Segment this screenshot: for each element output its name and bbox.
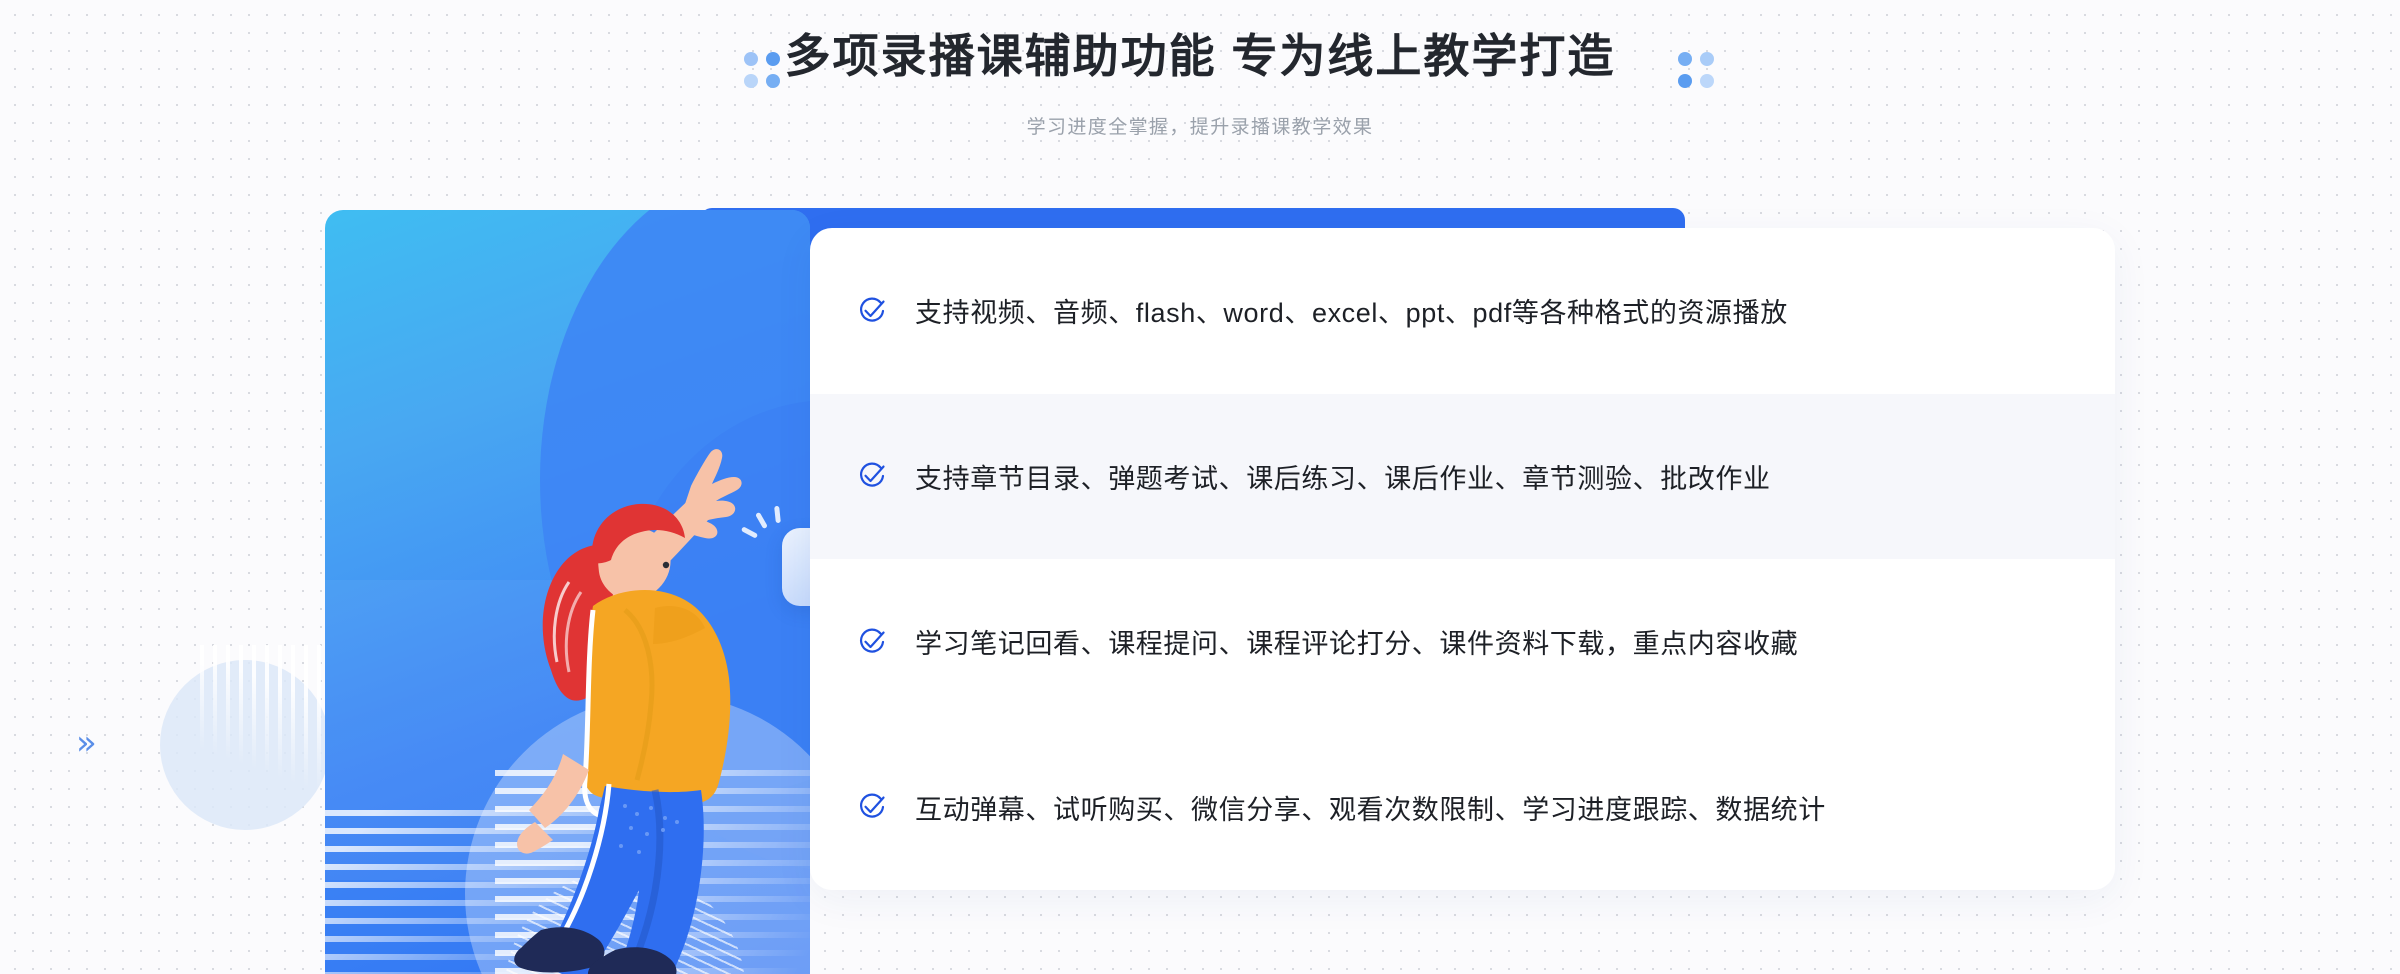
- page-title: 多项录播课辅助功能 专为线上教学打造: [784, 30, 1616, 82]
- check-circle-icon: [855, 459, 889, 493]
- chevron-right-icon: »: [76, 723, 97, 763]
- feature-row[interactable]: 学习笔记回看、课程提问、课程评论打分、课件资料下载，重点内容收藏: [810, 559, 2115, 725]
- feature-row[interactable]: 互动弹幕、试听购买、微信分享、观看次数限制、学习进度跟踪、数据统计: [810, 725, 2115, 891]
- feature-list-card: 支持视频、音频、flash、word、excel、ppt、pdf等各种格式的资源…: [810, 228, 2115, 890]
- page-subtitle: 学习进度全掌握，提升录播课教学效果: [1026, 117, 1374, 138]
- feature-text: 支持视频、音频、flash、word、excel、ppt、pdf等各种格式的资源…: [915, 298, 1788, 329]
- page-header: 多项录播课辅助功能 专为线上教学打造 学习进度全掌握，提升录播课教学效果: [0, 0, 2400, 165]
- person-illustration: [514, 449, 742, 974]
- feature-text: 支持章节目录、弹题考试、课后练习、课后作业、章节测验、批改作业: [915, 463, 1771, 494]
- feature-text: 学习笔记回看、课程提问、课程评论打分、课件资料下载，重点内容收藏: [915, 629, 1799, 660]
- decorative-hatch-pattern: [200, 645, 335, 790]
- feature-row[interactable]: 支持视频、音频、flash、word、excel、ppt、pdf等各种格式的资源…: [810, 228, 2115, 394]
- feature-text: 互动弹幕、试听购买、微信分享、观看次数限制、学习进度跟踪、数据统计: [915, 794, 1826, 825]
- illustration-card: «: [325, 210, 810, 974]
- feature-row[interactable]: 支持章节目录、弹题考试、课后练习、课后作业、章节测验、批改作业: [810, 393, 2115, 559]
- decorative-dots-right-icon: [1678, 52, 1714, 88]
- check-circle-icon: [855, 294, 889, 328]
- check-circle-icon: [855, 790, 889, 824]
- check-circle-icon: [855, 625, 889, 659]
